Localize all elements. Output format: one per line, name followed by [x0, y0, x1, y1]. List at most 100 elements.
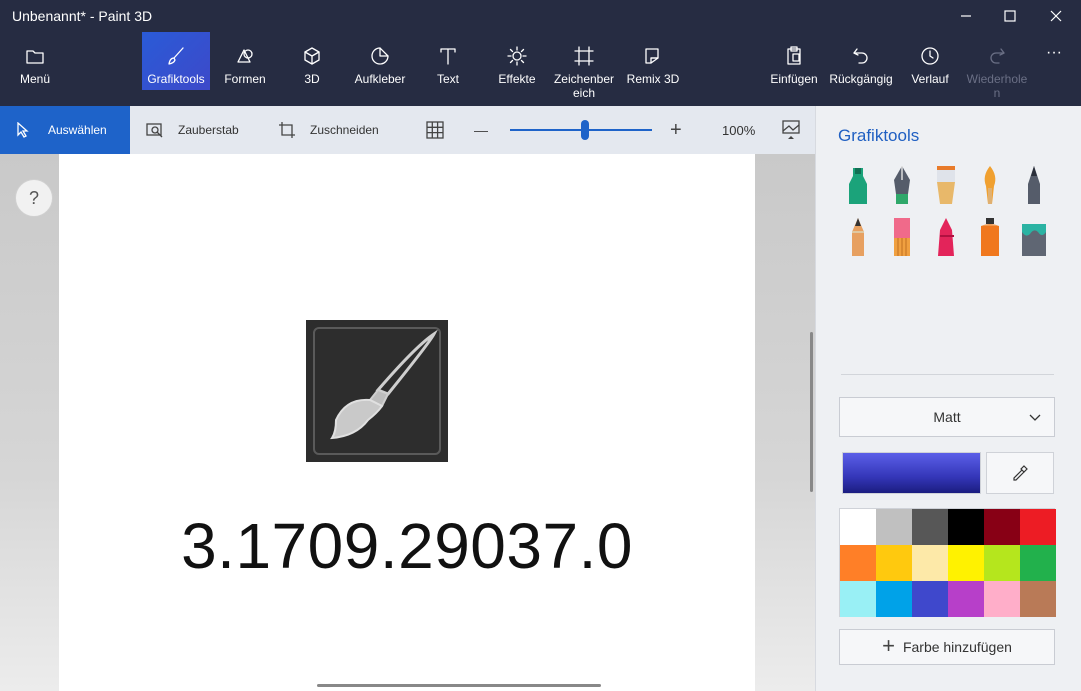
crop-icon [279, 122, 295, 138]
text-icon [438, 46, 458, 66]
spray-can-icon[interactable] [972, 216, 1008, 260]
color-swatch[interactable] [840, 581, 876, 617]
color-swatch[interactable] [984, 581, 1020, 617]
3d-button[interactable]: 3D [284, 32, 340, 90]
folder-icon [25, 46, 45, 66]
stickers-button[interactable]: Aufkleber [346, 32, 414, 90]
crayon-icon[interactable] [928, 216, 964, 260]
more-button[interactable]: ··· [1036, 32, 1072, 90]
brushes-label: Grafiktools [147, 72, 205, 86]
zoom-level: 100% [722, 122, 756, 138]
close-button[interactable] [1033, 0, 1079, 32]
color-swatch[interactable] [948, 509, 984, 545]
zoom-slider-thumb[interactable] [581, 120, 589, 140]
minimize-button[interactable] [943, 0, 989, 32]
pencil-icon[interactable] [840, 216, 876, 260]
color-swatch[interactable] [984, 509, 1020, 545]
maximize-button[interactable] [987, 0, 1033, 32]
ribbon: Menü Grafiktools Formen 3D Aufkleber Tex… [0, 32, 1081, 106]
select-label: Auswählen [48, 123, 107, 137]
color-swatch[interactable] [840, 509, 876, 545]
remix3d-button[interactable]: Remix 3D [624, 32, 682, 90]
effects-button[interactable]: Effekte [490, 32, 544, 90]
text-label: Text [436, 72, 459, 86]
color-swatch[interactable] [876, 545, 912, 581]
calligraphy-pen-icon[interactable] [884, 164, 920, 208]
redo-label-2: n [993, 86, 1001, 100]
remix3d-label: Remix 3D [626, 72, 680, 86]
horizontal-scrollbar[interactable] [317, 684, 601, 687]
effects-label: Effekte [498, 72, 536, 86]
panel-title: Grafiktools [838, 126, 920, 145]
color-swatch[interactable] [876, 581, 912, 617]
zoom-slider-track [510, 120, 652, 140]
watercolor-icon[interactable] [972, 164, 1008, 208]
zoom-slider[interactable] [510, 106, 652, 154]
color-swatch[interactable] [840, 545, 876, 581]
marker-icon[interactable] [840, 164, 876, 208]
eyedropper-icon [1013, 465, 1028, 481]
sticker-icon [370, 46, 390, 66]
vertical-scrollbar[interactable] [810, 332, 813, 492]
redo-icon [987, 46, 1007, 66]
color-swatch[interactable] [1020, 545, 1056, 581]
shapes-icon [235, 46, 255, 66]
history-button[interactable]: Verlauf [904, 32, 956, 90]
more-icon: ··· [1046, 44, 1062, 61]
select-button[interactable]: Auswählen [0, 106, 130, 154]
version-text: 3.1709.29037.0 [181, 510, 633, 582]
color-swatch[interactable] [912, 581, 948, 617]
undo-icon [851, 46, 871, 66]
color-swatch[interactable] [1020, 509, 1056, 545]
zoom-out-button[interactable]: — [474, 106, 488, 154]
brush-icon [166, 46, 186, 66]
window-title: Unbenannt* - Paint 3D [12, 8, 153, 24]
canvas-label-2: eich [572, 86, 595, 100]
shapes-label: Formen [224, 72, 266, 86]
color-swatch[interactable] [1020, 581, 1056, 617]
undo-button[interactable]: Rückgängig [828, 32, 894, 90]
undo-label: Rückgängig [829, 72, 893, 86]
eyedropper-button[interactable] [986, 452, 1054, 494]
help-button[interactable]: ? [15, 179, 53, 217]
oil-brush-icon[interactable] [928, 164, 964, 208]
sub-toolbar: Auswählen Zauberstab Zuschneiden — + 100… [0, 106, 815, 154]
redo-label-1: Wiederhole [966, 72, 1028, 86]
color-swatch[interactable] [912, 545, 948, 581]
menu-label: Menü [19, 72, 51, 86]
panel-divider [841, 374, 1054, 375]
eraser-icon[interactable] [884, 216, 920, 260]
brushes-panel: Grafiktools Matt + Farbe hinzufügen [815, 106, 1081, 691]
workspace: 3.1709.29037.0 ? [0, 154, 815, 691]
add-color-button[interactable]: + Farbe hinzufügen [839, 629, 1055, 665]
redo-button[interactable]: Wiederhole n [962, 32, 1032, 100]
chevron-down-icon [1029, 414, 1041, 421]
paste-label: Einfügen [770, 72, 818, 86]
fill-bucket-icon[interactable] [1016, 216, 1052, 260]
view-options-button[interactable] [782, 106, 800, 154]
color-swatch[interactable] [876, 509, 912, 545]
plus-icon: + [882, 633, 895, 658]
color-swatch[interactable] [948, 581, 984, 617]
title-bar: Unbenannt* - Paint 3D [0, 0, 1081, 32]
color-swatch[interactable] [948, 545, 984, 581]
menu-button[interactable]: Menü [8, 32, 62, 90]
brushes-button[interactable]: Grafiktools [142, 32, 210, 90]
finish-dropdown[interactable]: Matt [839, 397, 1055, 437]
pixel-pen-icon[interactable] [1016, 164, 1052, 208]
zoom-in-button[interactable]: + [670, 106, 682, 154]
color-swatch[interactable] [984, 545, 1020, 581]
magic-select-button[interactable]: Zauberstab [146, 106, 239, 154]
canvas-button[interactable]: Zeichenber eich [550, 32, 618, 100]
drawing-canvas[interactable]: 3.1709.29037.0 [59, 154, 755, 691]
paste-button[interactable]: Einfügen [766, 32, 822, 90]
crop-button[interactable]: Zuschneiden [278, 106, 379, 154]
grid-button[interactable] [426, 106, 444, 154]
color-swatch[interactable] [912, 509, 948, 545]
current-color-swatch[interactable] [842, 452, 981, 494]
minimize-icon [961, 15, 971, 17]
shapes-button[interactable]: Formen [216, 32, 274, 90]
text-button[interactable]: Text [424, 32, 472, 90]
cube-icon [302, 46, 322, 66]
3d-label: 3D [304, 72, 320, 86]
